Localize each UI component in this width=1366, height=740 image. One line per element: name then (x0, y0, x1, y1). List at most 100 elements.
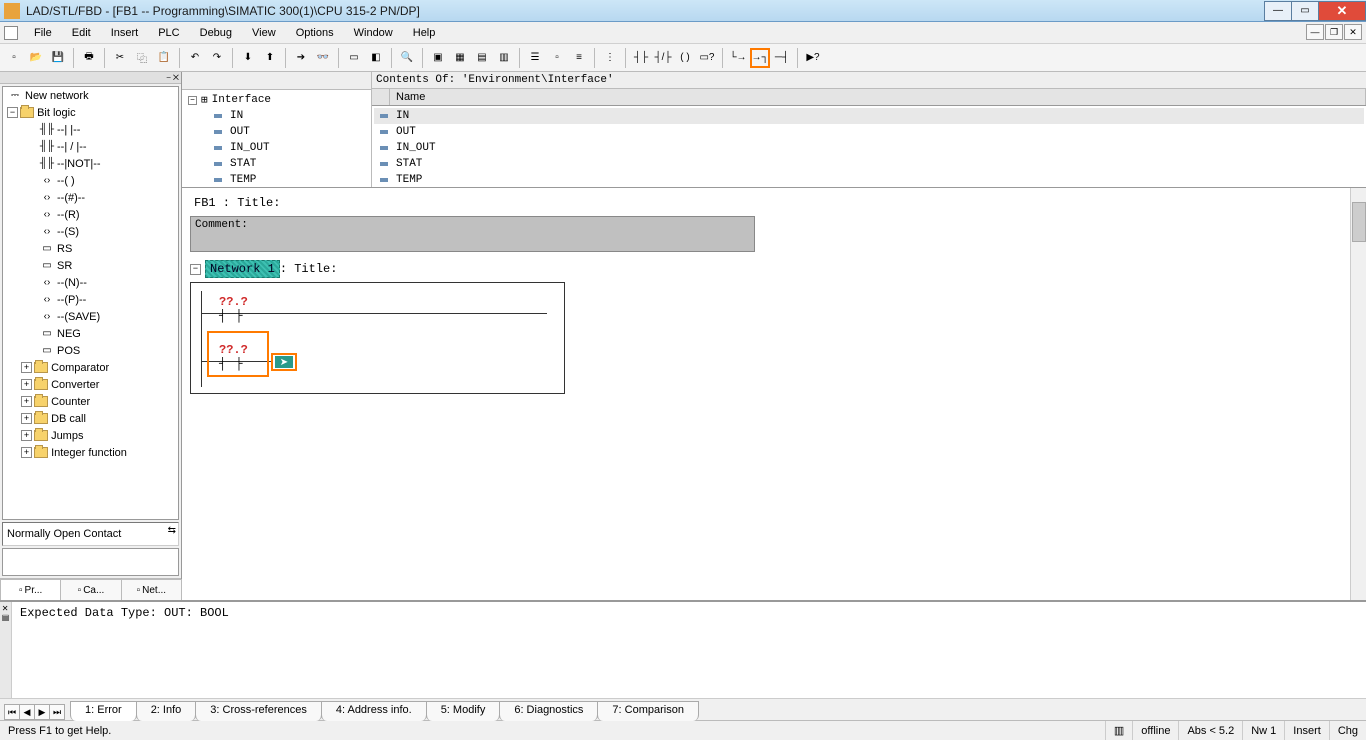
pane-close-bar[interactable]: ⎯ ✕ (0, 72, 181, 84)
mdi-restore-button[interactable]: ❐ (1325, 24, 1343, 40)
output-tab-5[interactable]: 6: Diagnostics (499, 701, 598, 721)
undo-icon[interactable]: ↶ (185, 48, 205, 68)
interface-row-stat[interactable]: STAT (374, 156, 1364, 172)
mdi-minimize-button[interactable]: — (1306, 24, 1324, 40)
pin-icon[interactable]: ⇆ (168, 525, 176, 536)
contact-no-icon[interactable]: ┤├ (631, 48, 651, 68)
tree-bit-4[interactable]: ‹›--(#)-- (3, 189, 178, 206)
interface-row-in[interactable]: IN (374, 108, 1364, 124)
block-comment-box[interactable]: Comment: (190, 216, 755, 252)
contact-2-address[interactable]: ??.? (219, 343, 248, 357)
network-icon[interactable]: ≡ (569, 48, 589, 68)
split-icon[interactable]: ▥ (494, 48, 514, 68)
grid-col-name[interactable]: Name (390, 89, 1366, 105)
output-pane-close[interactable]: ✕▤ (0, 602, 12, 698)
bookmark-icon[interactable]: ◧ (366, 48, 386, 68)
output-tab-0[interactable]: 1: Error (70, 701, 137, 721)
contact-1[interactable]: ??.? ┤ ├ (219, 295, 248, 323)
block-icon[interactable]: ▫ (547, 48, 567, 68)
output-tab-1[interactable]: 2: Info (136, 701, 197, 721)
tree-bit-2[interactable]: ╢╟--|NOT|-- (3, 155, 178, 172)
cut-icon[interactable]: ✂ (110, 48, 130, 68)
box-icon[interactable]: ▭? (697, 48, 717, 68)
close-button[interactable]: ✕ (1318, 1, 1366, 21)
interface-row-in_out[interactable]: IN_OUT (374, 140, 1364, 156)
menu-view[interactable]: View (242, 24, 286, 42)
tab-first-button[interactable]: ⏮ (4, 704, 20, 720)
ladder-editor[interactable]: FB1 : Title: Comment: − Network 1 : Titl… (182, 188, 1366, 600)
tree-bit-0[interactable]: ╢╟--| |-- (3, 121, 178, 138)
minimize-button[interactable]: — (1264, 1, 1292, 21)
contact-nc-icon[interactable]: ┤/├ (653, 48, 673, 68)
interface-tree-temp[interactable]: TEMP (184, 172, 369, 187)
tab-next-button[interactable]: ▶ (34, 704, 50, 720)
tree-folder-counter[interactable]: + Counter (3, 393, 178, 410)
tree-bit-8[interactable]: ▭SR (3, 257, 178, 274)
tree-bit-6[interactable]: ‹›--(S) (3, 223, 178, 240)
interface-row-out[interactable]: OUT (374, 124, 1364, 140)
interface-grid-pane[interactable]: Contents Of: 'Environment\Interface' Nam… (372, 72, 1366, 187)
output-tab-6[interactable]: 7: Comparison (597, 701, 699, 721)
catalog-tab-0[interactable]: ▫Pr... (0, 579, 61, 600)
network-collapse-icon[interactable]: − (190, 264, 201, 275)
contact-2[interactable]: ??.? ┤ ├ (219, 343, 248, 371)
monitor-icon[interactable]: 👓 (313, 48, 333, 68)
tree-folder-converter[interactable]: + Converter (3, 376, 178, 393)
element-tree[interactable]: ⎓New network− Bit logic╢╟--| |--╢╟--| / … (2, 86, 179, 520)
restore-button[interactable]: ▭ (1291, 1, 1319, 21)
display-icon[interactable]: ▭ (344, 48, 364, 68)
tab-last-button[interactable]: ⏭ (49, 704, 65, 720)
find-icon[interactable]: 🔍 (397, 48, 417, 68)
mdi-system-menu[interactable] (4, 26, 18, 40)
tree-bit-1[interactable]: ╢╟--| / |-- (3, 138, 178, 155)
tree-bit-logic[interactable]: − Bit logic (3, 104, 178, 121)
mdi-close-button[interactable]: ✕ (1344, 24, 1362, 40)
contact-1-address[interactable]: ??.? (219, 295, 248, 309)
scrollbar-thumb[interactable] (1352, 202, 1366, 242)
tree-bit-13[interactable]: ▭POS (3, 342, 178, 359)
save-icon[interactable]: 💾 (48, 48, 68, 68)
tree-bit-11[interactable]: ‹›--(SAVE) (3, 308, 178, 325)
output-tab-2[interactable]: 3: Cross-references (195, 701, 322, 721)
download-icon[interactable]: ⬇ (238, 48, 258, 68)
output-message-area[interactable]: Expected Data Type: OUT: BOOL (12, 602, 1366, 698)
network-badge[interactable]: Network 1 (205, 260, 280, 278)
help-icon[interactable]: ▶? (803, 48, 823, 68)
paste-icon[interactable]: 📋 (154, 48, 174, 68)
tree-bit-9[interactable]: ‹›--(N)-- (3, 274, 178, 291)
catalog-tab-1[interactable]: ▫Ca... (60, 579, 121, 600)
branch-close-icon[interactable]: →┐ (750, 48, 770, 68)
interface-tree-in_out[interactable]: IN_OUT (184, 140, 369, 156)
catalog-tab-2[interactable]: ▫Net... (121, 579, 182, 600)
branch-open-icon[interactable]: └→ (728, 48, 748, 68)
tree-folder-db-call[interactable]: + DB call (3, 410, 178, 427)
coil-icon[interactable]: ( ) (675, 48, 695, 68)
redo-icon[interactable]: ↷ (207, 48, 227, 68)
menu-insert[interactable]: Insert (101, 24, 149, 42)
interface-root[interactable]: −⊞Interface (184, 92, 369, 108)
print-icon[interactable]: 🖶 (79, 48, 99, 68)
menu-plc[interactable]: PLC (148, 24, 189, 42)
interface-tree-out[interactable]: OUT (184, 124, 369, 140)
window-icon[interactable]: ▣ (428, 48, 448, 68)
ladder-network[interactable]: ??.? ┤ ├ ??.? ┤ ├ ➤ (190, 282, 565, 394)
menu-file[interactable]: File (24, 24, 62, 42)
interface-row-temp[interactable]: TEMP (374, 172, 1364, 188)
network-header[interactable]: − Network 1 : Title: (190, 260, 1366, 278)
tab-prev-button[interactable]: ◀ (19, 704, 35, 720)
tree-bit-5[interactable]: ‹›--(R) (3, 206, 178, 223)
menu-help[interactable]: Help (403, 24, 446, 42)
tree-folder-integer-function[interactable]: + Integer function (3, 444, 178, 461)
upload-icon[interactable]: ⬆ (260, 48, 280, 68)
menu-window[interactable]: Window (344, 24, 403, 42)
copy-icon[interactable]: ⿻ (132, 48, 152, 68)
menu-debug[interactable]: Debug (190, 24, 242, 42)
cascade-icon[interactable]: ▤ (472, 48, 492, 68)
interface-tree-in[interactable]: IN (184, 108, 369, 124)
connection-icon[interactable]: ─┤ (772, 48, 792, 68)
tree-folder-jumps[interactable]: + Jumps (3, 427, 178, 444)
editor-scrollbar[interactable] (1350, 188, 1366, 600)
ref-icon[interactable]: ⋮ (600, 48, 620, 68)
tree-new-network[interactable]: ⎓New network (3, 87, 178, 104)
tree-bit-12[interactable]: ▭NEG (3, 325, 178, 342)
